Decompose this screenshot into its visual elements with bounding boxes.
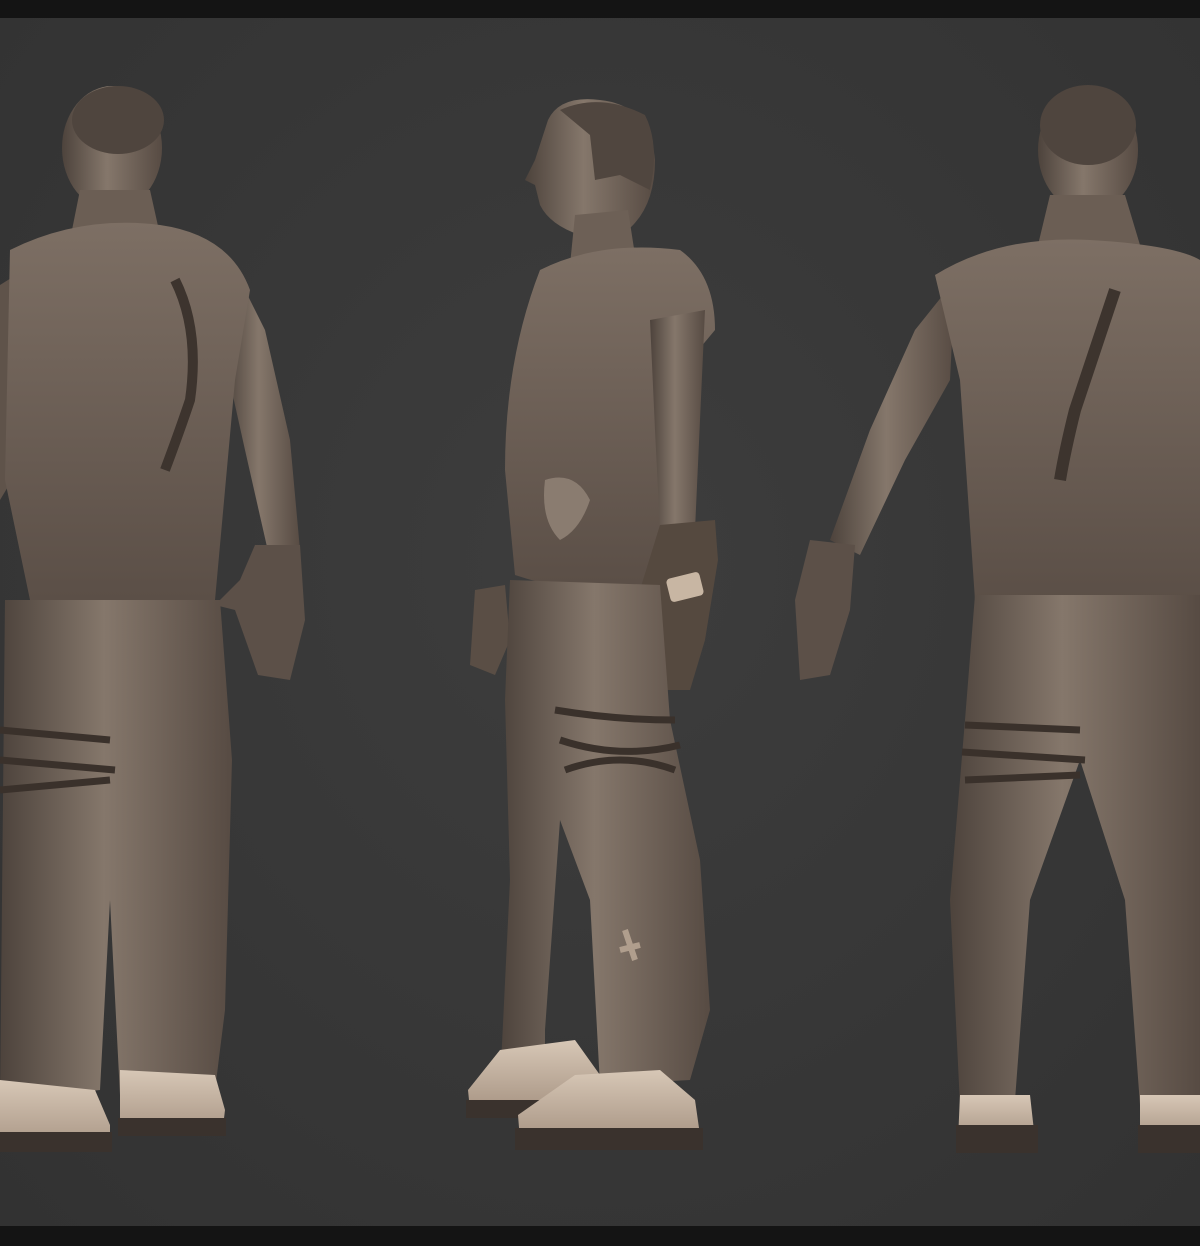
pants	[950, 595, 1200, 1105]
sole-left	[956, 1125, 1038, 1153]
sole-right	[118, 1118, 226, 1136]
top-bar	[0, 0, 1200, 18]
figure-side-profile	[466, 99, 718, 1150]
figure-back-three-quarter	[0, 86, 305, 1152]
sole-left	[0, 1132, 112, 1152]
pants	[0, 600, 232, 1100]
hand-left	[470, 585, 510, 675]
sole-right	[1138, 1125, 1200, 1153]
figure-back	[795, 85, 1200, 1153]
turnaround-svg	[0, 85, 1200, 1153]
sole-right	[515, 1128, 703, 1150]
render-frame	[0, 0, 1200, 1246]
neck	[1038, 195, 1140, 245]
shirt	[5, 222, 250, 610]
hair	[72, 86, 164, 154]
sculpt-viewport	[0, 18, 1200, 1226]
arm-left	[830, 280, 955, 555]
hand-left	[795, 540, 855, 680]
hand-right	[215, 545, 305, 680]
bottom-bar	[0, 1226, 1200, 1246]
hair	[1040, 85, 1136, 165]
